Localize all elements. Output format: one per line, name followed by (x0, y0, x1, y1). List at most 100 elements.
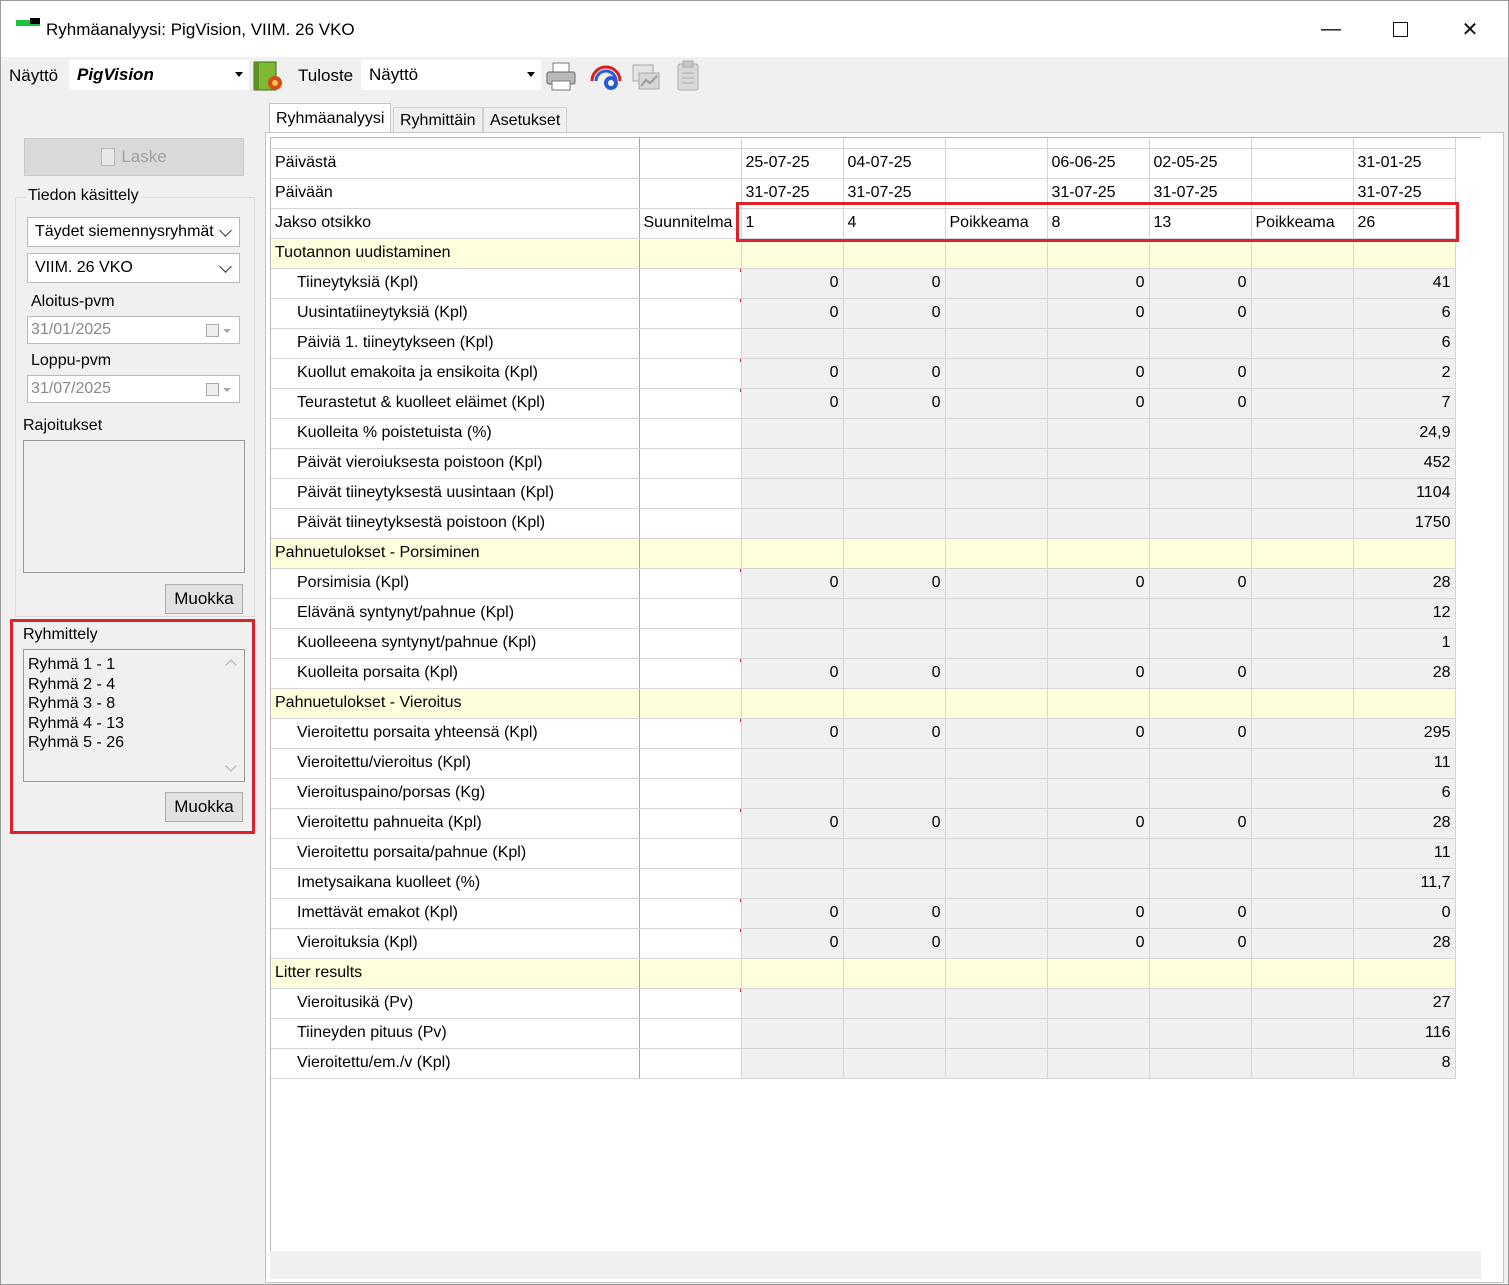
value-cell[interactable]: 2 (1353, 358, 1456, 389)
value-cell[interactable] (843, 598, 946, 629)
plan-cell[interactable] (639, 448, 742, 479)
plan-cell[interactable] (639, 358, 742, 389)
value-cell[interactable] (945, 418, 1048, 449)
value-cell[interactable]: 0 (843, 268, 946, 299)
plan-cell[interactable] (639, 298, 742, 329)
value-cell[interactable] (1149, 868, 1252, 899)
value-cell[interactable] (741, 778, 844, 809)
close-button[interactable]: ✕ (1447, 11, 1493, 47)
value-cell[interactable] (1047, 868, 1150, 899)
value-cell[interactable] (1149, 598, 1252, 629)
plan-cell[interactable] (639, 658, 742, 689)
value-cell[interactable]: 0 (741, 658, 844, 689)
value-cell[interactable] (741, 1018, 844, 1049)
value-cell[interactable] (1251, 328, 1354, 359)
value-cell[interactable] (843, 778, 946, 809)
value-cell[interactable]: 0 (741, 898, 844, 929)
value-cell[interactable] (945, 628, 1048, 659)
value-cell[interactable]: 7 (1353, 388, 1456, 419)
plan-cell[interactable] (639, 748, 742, 779)
tab-ryhmaanalyysi[interactable]: Ryhmäanalyysi (269, 103, 392, 134)
value-cell[interactable]: 0 (741, 808, 844, 839)
value-cell[interactable] (1047, 988, 1150, 1019)
value-cell[interactable]: 0 (1047, 268, 1150, 299)
value-cell[interactable] (1047, 838, 1150, 869)
tab-asetukset[interactable]: Asetukset (483, 107, 568, 134)
value-cell[interactable] (843, 1048, 946, 1079)
value-cell[interactable] (741, 328, 844, 359)
value-cell[interactable]: 0 (1149, 568, 1252, 599)
value-cell[interactable] (945, 268, 1048, 299)
plan-cell[interactable] (639, 988, 742, 1019)
value-cell[interactable]: 0 (741, 298, 844, 329)
value-cell[interactable] (1047, 598, 1150, 629)
value-cell[interactable] (1047, 748, 1150, 779)
value-cell[interactable]: 11,7 (1353, 868, 1456, 899)
minimize-button[interactable]: — (1308, 11, 1354, 47)
value-cell[interactable]: 0 (843, 298, 946, 329)
value-cell[interactable] (741, 448, 844, 479)
value-cell[interactable]: 0 (1047, 808, 1150, 839)
value-cell[interactable] (1251, 808, 1354, 839)
start-date-field[interactable]: 31/01/2025 (27, 316, 240, 344)
plan-cell[interactable] (639, 1018, 742, 1049)
plan-cell[interactable] (639, 628, 742, 659)
value-cell[interactable]: 0 (843, 568, 946, 599)
value-cell[interactable] (843, 508, 946, 539)
value-cell[interactable]: 0 (1047, 298, 1150, 329)
value-cell[interactable]: 6 (1353, 778, 1456, 809)
value-cell[interactable] (843, 988, 946, 1019)
value-cell[interactable]: 0 (843, 718, 946, 749)
value-cell[interactable] (945, 358, 1048, 389)
value-cell[interactable] (945, 1048, 1048, 1079)
value-cell[interactable]: 27 (1353, 988, 1456, 1019)
plan-cell[interactable] (639, 598, 742, 629)
chart-settings-icon[interactable] (589, 59, 623, 93)
value-cell[interactable] (1149, 478, 1252, 509)
value-cell[interactable] (945, 988, 1048, 1019)
value-cell[interactable] (1251, 448, 1354, 479)
value-cell[interactable]: 0 (1047, 358, 1150, 389)
plan-cell[interactable] (639, 778, 742, 809)
tab-ryhmittain[interactable]: Ryhmittäin (393, 107, 483, 134)
value-cell[interactable] (1047, 448, 1150, 479)
value-cell[interactable]: 0 (1149, 358, 1252, 389)
value-cell[interactable] (1047, 478, 1150, 509)
value-cell[interactable] (945, 448, 1048, 479)
value-cell[interactable] (945, 748, 1048, 779)
header-cell[interactable] (945, 148, 1048, 179)
value-cell[interactable]: 116 (1353, 1018, 1456, 1049)
value-cell[interactable] (1251, 388, 1354, 419)
value-cell[interactable] (1251, 838, 1354, 869)
value-cell[interactable] (1251, 358, 1354, 389)
value-cell[interactable]: 28 (1353, 928, 1456, 959)
value-cell[interactable] (945, 868, 1048, 899)
value-cell[interactable] (843, 418, 946, 449)
value-cell[interactable] (1047, 778, 1150, 809)
value-cell[interactable]: 0 (741, 718, 844, 749)
value-cell[interactable]: 0 (1353, 898, 1456, 929)
value-cell[interactable] (945, 328, 1048, 359)
value-cell[interactable]: 0 (741, 928, 844, 959)
value-cell[interactable] (741, 478, 844, 509)
value-cell[interactable] (1251, 928, 1354, 959)
value-cell[interactable] (1047, 1048, 1150, 1079)
value-cell[interactable] (1251, 418, 1354, 449)
value-cell[interactable] (945, 568, 1048, 599)
header-cell[interactable] (1251, 148, 1354, 179)
plan-cell[interactable] (639, 808, 742, 839)
value-cell[interactable]: 24,9 (1353, 418, 1456, 449)
value-cell[interactable] (945, 1018, 1048, 1049)
value-cell[interactable]: 0 (1149, 658, 1252, 689)
header-cell[interactable]: 02-05-25 (1149, 148, 1252, 179)
value-cell[interactable]: 0 (1149, 388, 1252, 419)
plan-cell[interactable] (639, 268, 742, 299)
value-cell[interactable]: 0 (843, 358, 946, 389)
value-cell[interactable] (1149, 748, 1252, 779)
value-cell[interactable] (1149, 1048, 1252, 1079)
value-cell[interactable]: 1 (1353, 628, 1456, 659)
value-cell[interactable]: 0 (1149, 298, 1252, 329)
value-cell[interactable]: 0 (1047, 718, 1150, 749)
value-cell[interactable] (843, 328, 946, 359)
plan-cell[interactable] (639, 718, 742, 749)
